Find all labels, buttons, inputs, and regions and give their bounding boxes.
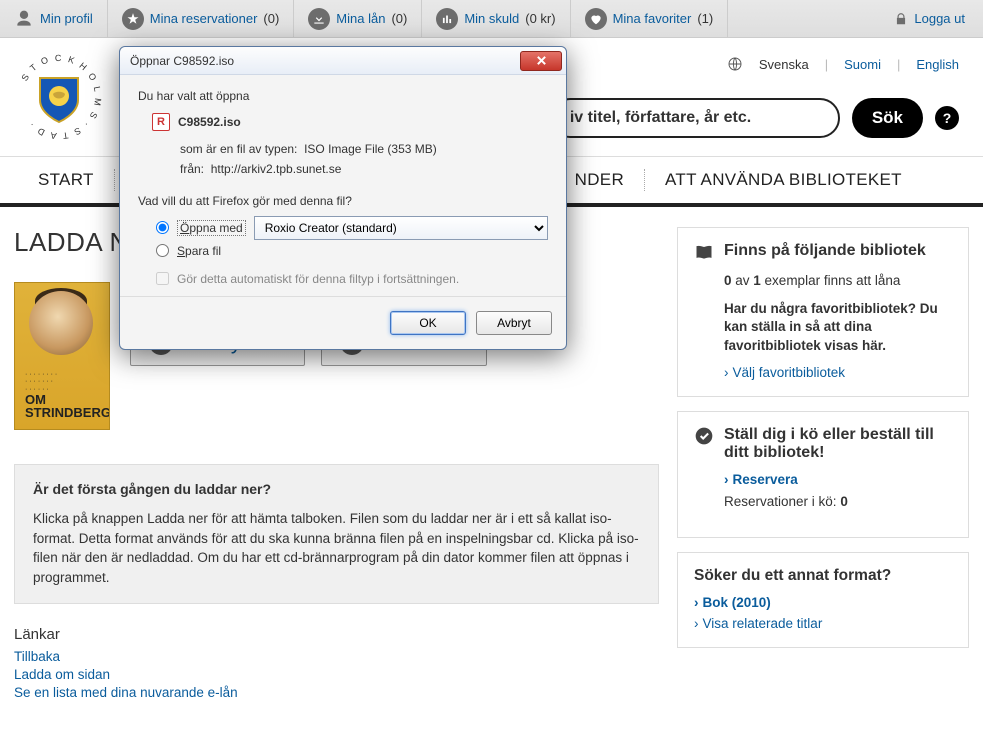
book-format-link[interactable]: ›Bok (2010) [694,595,952,610]
nav-reservations-label[interactable]: Mina reservationer [150,11,258,26]
book-open-icon [694,242,714,262]
favorite-prompt: Har du några favoritbibliotek? Du kan st… [724,300,952,355]
dialog-filetype: ISO Image File (353 MB) [304,142,437,156]
lang-suomi[interactable]: Suomi [844,57,881,72]
top-nav: Min profil Mina reservationer (0) Mina l… [0,0,983,38]
file-type-icon: R [152,113,170,131]
links-heading: Länkar [14,626,659,643]
search-button[interactable]: Sök [852,98,923,138]
shield-icon [38,76,80,124]
nav-loans-count: (0) [391,11,407,26]
save-file-row: Spara fil [156,244,548,258]
queue-count: Reservationer i kö: 0 [724,493,952,511]
infobox-body: Klicka på knappen Ladda ner för att hämt… [33,509,640,587]
dialog-cancel-button[interactable]: Avbryt [476,311,552,335]
link-back[interactable]: Tillbaka [14,649,659,664]
open-with-radio[interactable] [156,221,169,234]
queue-heading: Ställ dig i kö eller beställ till ditt b… [724,426,952,462]
nav-favorites-label[interactable]: Mina favoriter [613,11,692,26]
open-with-select[interactable]: Roxio Creator (standard) [254,216,548,240]
reserve-link[interactable]: ›Reservera [724,472,798,487]
open-with-label: Öppna med [177,220,246,236]
auto-checkbox[interactable] [156,272,169,285]
nav-favorites[interactable]: Mina favoriter (1) [571,0,729,37]
queue-box: Ställ dig i kö eller beställ till ditt b… [677,411,969,538]
link-current-loans[interactable]: Se en lista med dina nuvarande e-lån [14,685,659,700]
auto-label: Gör detta automatiskt för denna filtyp i… [177,272,459,286]
lang-english[interactable]: English [916,57,959,72]
choose-favorite-link[interactable]: ›Välj favoritbibliotek [724,365,845,380]
availability-count: 0 av 1 exemplar finns att låna [724,272,952,290]
nav-favorites-count: (1) [697,11,713,26]
availability-box: Finns på följande bibliotek 0 av 1 exemp… [677,227,969,397]
nav-loans[interactable]: Mina lån (0) [294,0,422,37]
nav-reservations-count: (0) [263,11,279,26]
lang-current: Svenska [759,57,809,72]
dialog-question: Vad vill du att Firefox gör med denna fi… [138,194,548,208]
nav-reservations[interactable]: Mina reservationer (0) [108,0,295,37]
mainnav-use-library[interactable]: ATT ANVÄNDA BIBLIOTEKET [645,157,922,203]
lock-icon [894,12,908,26]
bars-icon [436,8,458,30]
related-titles-link[interactable]: ›Visa relaterade titlar [694,616,952,631]
mainnav-start[interactable]: START [18,157,114,203]
mainnav-item-partial[interactable]: NDER [555,157,644,203]
heart-icon [585,8,607,30]
search-bar: Sök ? [550,98,959,138]
dialog-filename: C98592.iso [178,115,241,129]
dialog-close-button[interactable] [520,51,562,71]
nav-debt-count: (0 kr) [525,11,555,26]
other-format-box: Söker du ett annat format? ›Bok (2010) ›… [677,552,969,648]
dialog-source: http://arkiv2.tpb.sunet.se [211,162,342,176]
site-logo[interactable]: S T O C K H O L M S · S T A D · [14,52,104,142]
book-cover[interactable]: · · · · · · · ·· · · · · · ·· · · · · · … [14,282,110,430]
nav-debt[interactable]: Min skuld (0 kr) [422,0,570,37]
dialog-ok-button[interactable]: OK [390,311,466,335]
dialog-titlebar[interactable]: Öppnar C98592.iso [120,47,566,75]
first-time-info: Är det första gången du laddar ner? Klic… [14,464,659,604]
availability-heading: Finns på följande bibliotek [724,242,926,260]
dialog-lead: Du har valt att öppna [138,89,548,103]
search-input[interactable] [550,98,840,138]
download-icon [308,8,330,30]
nav-logout[interactable]: Logga ut [876,0,983,37]
open-with-row: Öppna med Roxio Creator (standard) [156,216,548,240]
save-file-label: Spara fil [177,244,221,258]
nav-loans-label[interactable]: Mina lån [336,11,385,26]
user-icon [14,9,34,29]
other-format-heading: Söker du ett annat format? [694,567,952,585]
check-circle-icon [694,426,714,446]
links-section: Länkar Tillbaka Ladda om sidan Se en lis… [14,626,659,700]
close-icon [536,55,547,66]
nav-profile-label[interactable]: Min profil [40,11,93,26]
nav-debt-label[interactable]: Min skuld [464,11,519,26]
help-button[interactable]: ? [935,106,959,130]
download-dialog: Öppnar C98592.iso Du har valt att öppna … [119,46,567,350]
nav-profile[interactable]: Min profil [0,0,108,37]
dialog-title: Öppnar C98592.iso [130,54,234,68]
nav-logout-label[interactable]: Logga ut [914,11,965,26]
globe-icon [727,56,743,72]
link-reload[interactable]: Ladda om sidan [14,667,659,682]
star-icon [122,8,144,30]
save-file-radio[interactable] [156,244,169,257]
infobox-heading: Är det första gången du laddar ner? [33,481,640,497]
language-switcher: Svenska | Suomi | English [727,56,959,72]
